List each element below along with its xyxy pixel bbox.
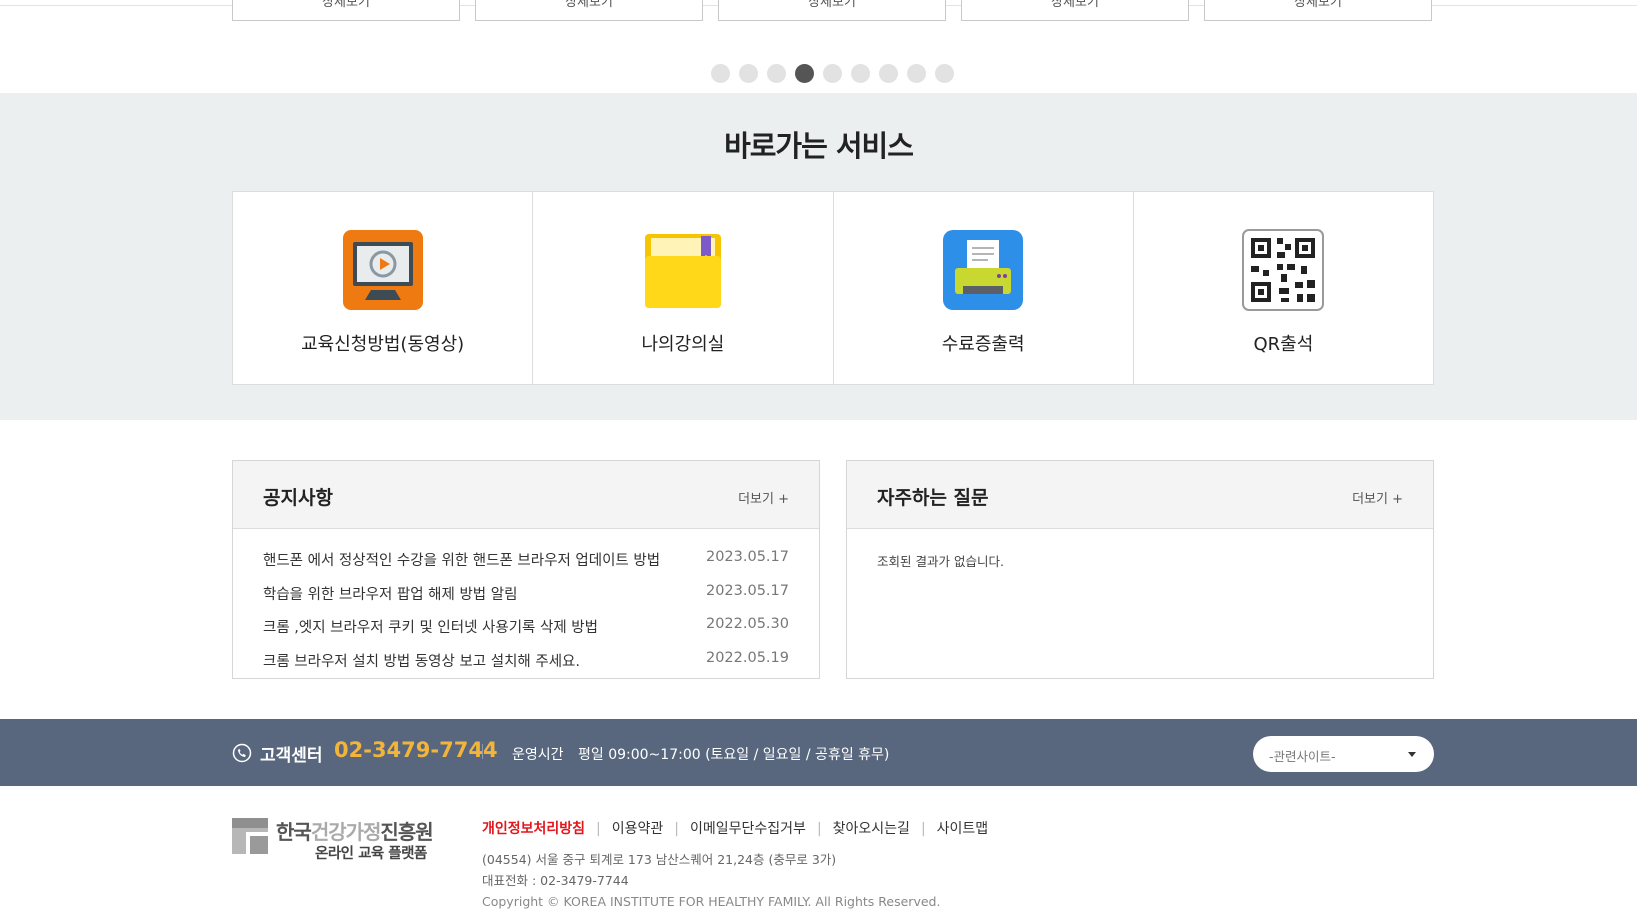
carousel-dot[interactable] [795, 64, 814, 83]
quick-services-title: 바로가는 서비스 [724, 129, 914, 163]
service-certificate-print[interactable]: 수료증출력 [834, 192, 1134, 384]
logo-mark-icon [232, 818, 268, 854]
notice-item-title[interactable]: 크롬 ,엣지 브라우저 쿠키 및 인터넷 사용기록 삭제 방법 [263, 616, 598, 637]
faq-board-title: 자주하는 질문 [877, 487, 989, 509]
operating-hours-label: 운영시간 [512, 747, 564, 763]
carousel-card[interactable]: 상세보기 [1204, 0, 1432, 21]
link-divider: | [596, 821, 601, 837]
notice-item[interactable]: 학습을 위한 브라우저 팝업 해제 방법 알림 2023.05.17 [263, 583, 789, 617]
customer-center-bar: 고객센터 02-3479-7744 운영시간 평일 09:00~17:00 (토… [0, 719, 1637, 786]
carousel-cards: 상세보기 상세보기 상세보기 상세보기 상세보기 [232, 0, 1434, 21]
footer-logo[interactable]: 한국건강가정진흥원 온라인 교육 플랫폼 [232, 816, 434, 866]
carousel-dot[interactable] [935, 64, 954, 83]
carousel-card-label: 상세보기 [808, 0, 856, 10]
service-label: QR출석 [1253, 334, 1314, 355]
carousel-card[interactable]: 상세보기 [475, 0, 703, 21]
carousel-dot[interactable] [879, 64, 898, 83]
notice-item-date: 2022.05.19 [705, 649, 789, 666]
footer-copyright: Copyright © KOREA INSTITUTE FOR HEALTHY … [482, 894, 941, 909]
quick-services-list: 교육신청방법(동영상) 나의강의실 수료증출력 QR출석 [232, 191, 1434, 385]
privacy-policy-link[interactable]: 개인정보처리방침 [482, 821, 585, 837]
notice-item-date: 2023.05.17 [705, 582, 789, 599]
customer-center-number: 02-3479-7744 [334, 738, 498, 762]
operating-hours: 평일 09:00~17:00 (토요일 / 일요일 / 공휴일 휴무) [578, 747, 890, 763]
carousel-pagination [0, 64, 1637, 83]
terms-link[interactable]: 이용약관 [612, 821, 664, 837]
carousel-dot[interactable] [823, 64, 842, 83]
footer-links: 개인정보처리방침 | 이용약관 | 이메일무단수집거부 | 찾아오시는길 | 사이트맵 [482, 818, 988, 838]
related-sites-select[interactable]: -관련사이트- [1253, 736, 1434, 772]
carousel-card-label: 상세보기 [565, 0, 613, 10]
carousel-card-label: 상세보기 [322, 0, 370, 10]
email-refusal-link[interactable]: 이메일무단수집거부 [690, 821, 806, 837]
logo-subtitle: 온라인 교육 플랫폼 [315, 846, 427, 862]
chevron-down-icon [1408, 752, 1416, 757]
notice-item-title[interactable]: 핸드폰 에서 정상적인 수강을 위한 핸드폰 브라우저 업데이트 방법 [263, 549, 660, 570]
qr-code-icon [1242, 229, 1325, 311]
carousel-card[interactable]: 상세보기 [718, 0, 946, 21]
notice-item[interactable]: 핸드폰 에서 정상적인 수강을 위한 핸드폰 브라우저 업데이트 방법 2023.… [263, 549, 789, 583]
service-label: 수료증출력 [941, 334, 1025, 355]
carousel-dot[interactable] [851, 64, 870, 83]
link-divider: | [816, 821, 822, 837]
faq-board: 자주하는 질문 더보기 + 조회된 결과가 없습니다. [846, 460, 1434, 679]
notice-item[interactable]: 크롬 브라우저 설치 방법 동영상 보고 설치해 주세요. 2022.05.19 [263, 650, 789, 684]
footer-phone: 대표전화 : 02-3479-7744 [482, 873, 629, 888]
service-label: 나의강의실 [641, 334, 725, 355]
notice-more-link[interactable]: 더보기 + [738, 488, 789, 507]
notice-board: 공지사항 더보기 + 핸드폰 에서 정상적인 수강을 위한 핸드폰 브라우저 업… [232, 460, 820, 679]
notice-board-title: 공지사항 [263, 487, 333, 509]
logo-title: 한국건강가정진흥원 [276, 816, 434, 845]
faq-more-link[interactable]: 더보기 + [1352, 488, 1403, 507]
related-sites-value: -관련사이트- [1269, 749, 1336, 764]
sitemap-link[interactable]: 사이트맵 [937, 821, 989, 837]
notice-item-date: 2023.05.17 [705, 549, 789, 565]
link-divider: | [674, 821, 680, 837]
service-my-classroom[interactable]: 나의강의실 [533, 192, 834, 384]
service-education-guide-video[interactable]: 교육신청방법(동영상) [233, 192, 534, 384]
notice-item-date: 2022.05.30 [705, 616, 789, 632]
folder-icon [644, 234, 721, 308]
faq-board-header: 자주하는 질문 더보기 + [847, 461, 1433, 529]
customer-center-label: 고객센터 [260, 746, 323, 766]
logo-title-part: 진흥원 [380, 820, 433, 844]
directions-link[interactable]: 찾아오시는길 [833, 821, 910, 837]
carousel-card-label: 상세보기 [1294, 0, 1342, 10]
notice-list: 핸드폰 에서 정상적인 수강을 위한 핸드폰 브라우저 업데이트 방법 2023.… [233, 529, 819, 683]
service-qr-attendance[interactable]: QR출석 [1134, 192, 1433, 384]
carousel-card[interactable]: 상세보기 [232, 0, 460, 21]
carousel-dot[interactable] [767, 64, 786, 83]
video-monitor-icon [342, 230, 423, 310]
link-divider: | [920, 821, 926, 837]
notice-item-title[interactable]: 크롬 브라우저 설치 방법 동영상 보고 설치해 주세요. [263, 650, 580, 671]
quick-services-section: 바로가는 서비스 교육신청방법(동영상) 나의강의실 수료증출력 QR출석 [0, 93, 1637, 420]
carousel-card-label: 상세보기 [1051, 0, 1099, 10]
notice-item-title[interactable]: 학습을 위한 브라우저 팝업 해제 방법 알림 [263, 583, 517, 604]
notice-item[interactable]: 크롬 ,엣지 브라우저 쿠키 및 인터넷 사용기록 삭제 방법 2022.05.3… [263, 616, 789, 650]
infobar-divider [482, 744, 483, 759]
phone-icon [232, 743, 252, 763]
footer-address: (04554) 서울 중구 퇴계로 173 남산스퀘어 21,24층 (충무로 … [482, 852, 837, 867]
logo-title-part: 한국 [276, 820, 312, 844]
faq-empty-message: 조회된 결과가 없습니다. [877, 554, 1004, 569]
carousel-dot[interactable] [711, 64, 730, 83]
carousel-card[interactable]: 상세보기 [961, 0, 1189, 21]
printer-icon [943, 230, 1024, 310]
carousel-dot[interactable] [907, 64, 926, 83]
carousel-dot[interactable] [739, 64, 758, 83]
notice-board-header: 공지사항 더보기 + [233, 461, 819, 529]
service-label: 교육신청방법(동영상) [301, 334, 465, 355]
logo-title-part: 건강가정 [310, 820, 382, 844]
